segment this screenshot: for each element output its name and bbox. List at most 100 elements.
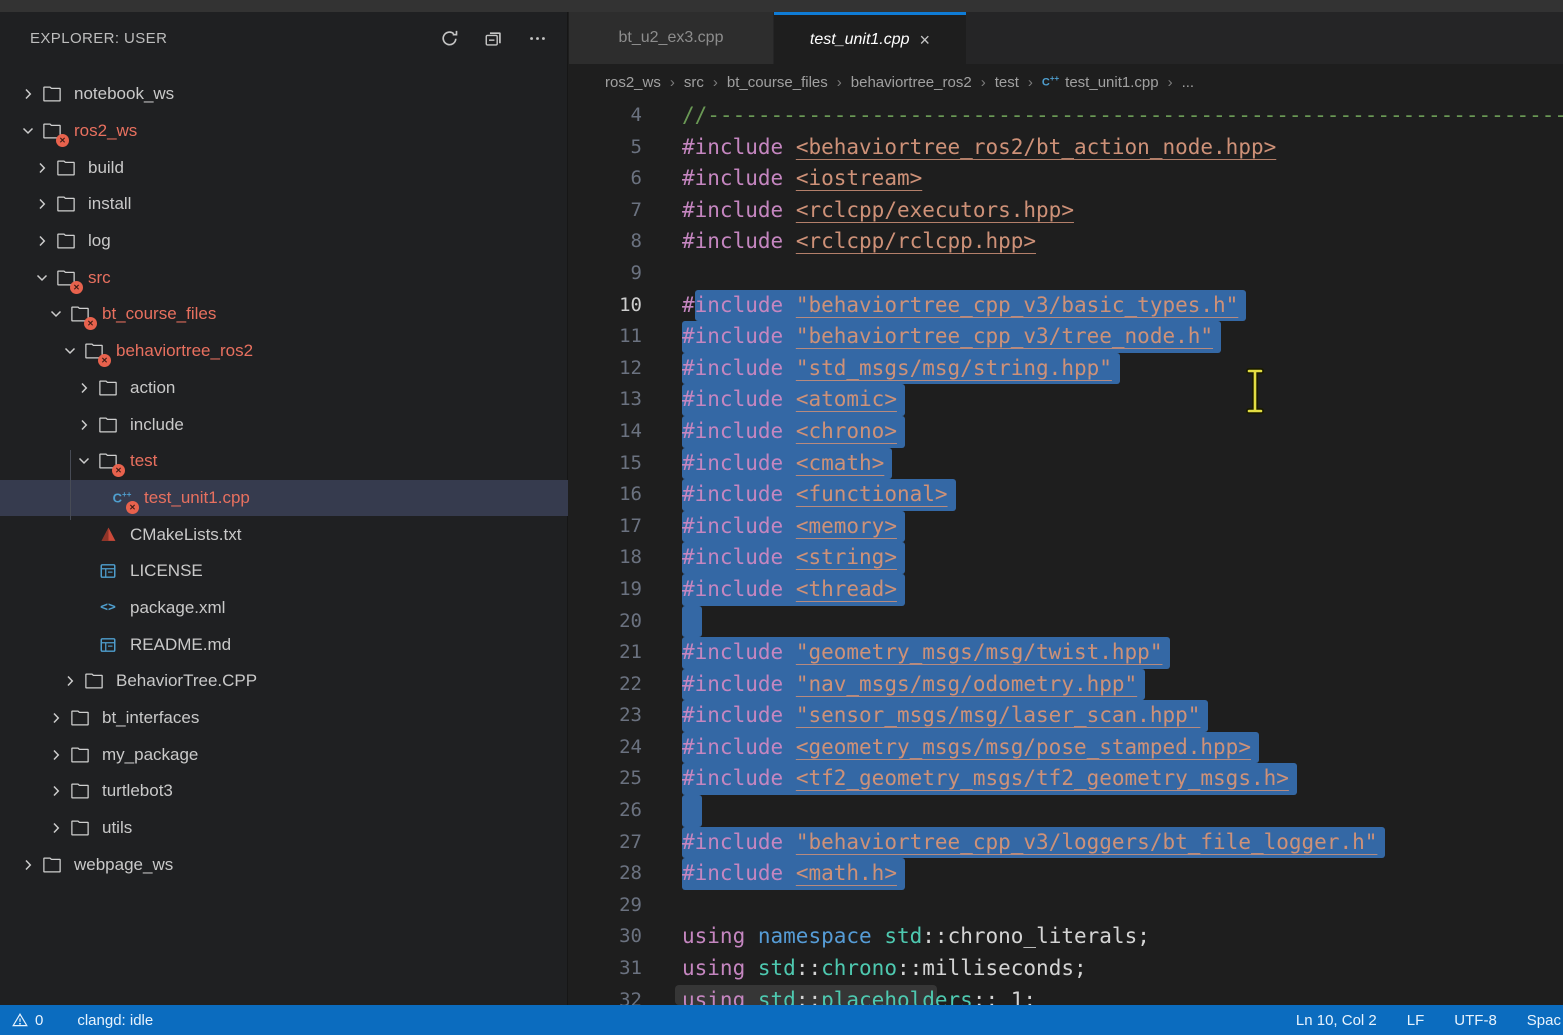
line-number[interactable]: 19 xyxy=(569,574,682,606)
code-line-11[interactable]: 11#include "behaviortree_cpp_v3/tree_nod… xyxy=(569,321,1563,353)
line-number[interactable]: 18 xyxy=(569,542,682,574)
chevron-down-icon[interactable] xyxy=(58,339,82,363)
line-number[interactable]: 6 xyxy=(569,163,682,195)
chevron-right-icon[interactable] xyxy=(58,669,82,693)
chevron-right-icon[interactable] xyxy=(72,376,96,400)
tree-item-include[interactable]: include xyxy=(0,406,568,443)
tree-item-behaviortree-cpp[interactable]: BehaviorTree.CPP xyxy=(0,663,568,700)
line-number[interactable]: 12 xyxy=(569,353,682,385)
code-line-13[interactable]: 13#include <atomic> xyxy=(569,384,1563,416)
line-number[interactable]: 7 xyxy=(569,195,682,227)
status-encoding[interactable]: UTF-8 xyxy=(1454,1012,1497,1029)
line-number[interactable]: 11 xyxy=(569,321,682,353)
code-line-27[interactable]: 27#include "behaviortree_cpp_v3/loggers/… xyxy=(569,827,1563,859)
tree-item-package-xml[interactable]: <>package.xml xyxy=(0,590,568,627)
code-line-4[interactable]: 4//-------------------------------------… xyxy=(569,100,1563,132)
chevron-right-icon[interactable] xyxy=(30,156,54,180)
chevron-right-icon[interactable] xyxy=(72,413,96,437)
line-number[interactable]: 32 xyxy=(569,985,682,1005)
line-number[interactable]: 15 xyxy=(569,448,682,480)
code-line-21[interactable]: 21#include "geometry_msgs/msg/twist.hpp" xyxy=(569,637,1563,669)
code-line-30[interactable]: 30using namespace std::chrono_literals; xyxy=(569,921,1563,953)
breadcrumb-item-ros2-ws[interactable]: ros2_ws xyxy=(605,74,661,91)
tab-test-unit1-cpp[interactable]: test_unit1.cpp× xyxy=(774,12,966,64)
code-line-29[interactable]: 29 xyxy=(569,890,1563,922)
tree-item-log[interactable]: log xyxy=(0,223,568,260)
line-number[interactable]: 9 xyxy=(569,258,682,290)
code-line-17[interactable]: 17#include <memory> xyxy=(569,511,1563,543)
tree-item-cmakelists-txt[interactable]: CMakeLists.txt xyxy=(0,516,568,553)
line-number[interactable]: 24 xyxy=(569,732,682,764)
tree-item-turtlebot3[interactable]: turtlebot3 xyxy=(0,773,568,810)
line-number[interactable]: 5 xyxy=(569,132,682,164)
line-number[interactable]: 28 xyxy=(569,858,682,890)
code-line-5[interactable]: 5#include <behaviortree_ros2/bt_action_n… xyxy=(569,132,1563,164)
code-line-14[interactable]: 14#include <chrono> xyxy=(569,416,1563,448)
code-line-16[interactable]: 16#include <functional> xyxy=(569,479,1563,511)
chevron-right-icon[interactable] xyxy=(30,192,54,216)
tree-item-test-unit1-cpp[interactable]: C++✕test_unit1.cpp xyxy=(0,480,568,517)
tree-item-readme-md[interactable]: README.md xyxy=(0,626,568,663)
chevron-down-icon[interactable] xyxy=(72,449,96,473)
tree-item-build[interactable]: build xyxy=(0,149,568,186)
breadcrumb-item-behaviortree-ros2[interactable]: behaviortree_ros2 xyxy=(851,74,972,91)
code-line-25[interactable]: 25#include <tf2_geometry_msgs/tf2_geomet… xyxy=(569,763,1563,795)
line-number[interactable]: 29 xyxy=(569,890,682,922)
line-number[interactable]: 10 xyxy=(569,290,682,322)
code-line-22[interactable]: 22#include "nav_msgs/msg/odometry.hpp" xyxy=(569,669,1563,701)
status-indentation[interactable]: Spac xyxy=(1527,1012,1561,1029)
status-warnings[interactable]: 0 xyxy=(12,1012,43,1029)
breadcrumb-item-bt-course-files[interactable]: bt_course_files xyxy=(727,74,828,91)
chevron-right-icon[interactable] xyxy=(44,743,68,767)
breadcrumb-overflow[interactable]: ... xyxy=(1182,74,1195,91)
chevron-right-icon[interactable] xyxy=(44,816,68,840)
chevron-right-icon[interactable] xyxy=(30,229,54,253)
code-line-28[interactable]: 28#include <math.h> xyxy=(569,858,1563,890)
tree-item-behaviortree-ros2[interactable]: ✕behaviortree_ros2 xyxy=(0,333,568,370)
tree-item-webpage-ws[interactable]: webpage_ws xyxy=(0,846,568,883)
line-number[interactable]: 21 xyxy=(569,637,682,669)
refresh-icon[interactable] xyxy=(439,28,459,48)
tree-item-license[interactable]: LICENSE xyxy=(0,553,568,590)
code-line-24[interactable]: 24#include <geometry_msgs/msg/pose_stamp… xyxy=(569,732,1563,764)
line-number[interactable]: 23 xyxy=(569,700,682,732)
tab-bt-u2-ex3-cpp[interactable]: bt_u2_ex3.cpp xyxy=(569,12,774,64)
code-line-20[interactable]: 20 xyxy=(569,606,1563,638)
line-number[interactable]: 16 xyxy=(569,479,682,511)
tree-item-test[interactable]: ✕test xyxy=(0,443,568,480)
code-editor[interactable]: 4//-------------------------------------… xyxy=(569,100,1563,1005)
status-cursor-position[interactable]: Ln 10, Col 2 xyxy=(1296,1012,1377,1029)
chevron-right-icon[interactable] xyxy=(44,779,68,803)
tree-item-notebook-ws[interactable]: notebook_ws xyxy=(0,76,568,113)
tree-item-utils[interactable]: utils xyxy=(0,810,568,847)
tree-item-ros2-ws[interactable]: ✕ros2_ws xyxy=(0,113,568,150)
chevron-down-icon[interactable] xyxy=(16,119,40,143)
code-line-8[interactable]: 8#include <rclcpp/rclcpp.hpp> xyxy=(569,226,1563,258)
line-number[interactable]: 13 xyxy=(569,384,682,416)
line-number[interactable]: 27 xyxy=(569,827,682,859)
chevron-right-icon[interactable] xyxy=(16,82,40,106)
tree-item-action[interactable]: action xyxy=(0,370,568,407)
code-line-6[interactable]: 6#include <iostream> xyxy=(569,163,1563,195)
close-icon[interactable]: × xyxy=(920,31,931,49)
breadcrumb-item-src[interactable]: src xyxy=(684,74,704,91)
code-line-12[interactable]: 12#include "std_msgs/msg/string.hpp" xyxy=(569,353,1563,385)
line-number[interactable]: 31 xyxy=(569,953,682,985)
breadcrumb-item-test[interactable]: test xyxy=(995,74,1019,91)
code-line-19[interactable]: 19#include <thread> xyxy=(569,574,1563,606)
chevron-down-icon[interactable] xyxy=(30,266,54,290)
more-actions-icon[interactable] xyxy=(527,28,547,48)
line-number[interactable]: 20 xyxy=(569,606,682,638)
chevron-right-icon[interactable] xyxy=(16,853,40,877)
chevron-down-icon[interactable] xyxy=(44,302,68,326)
status-eol[interactable]: LF xyxy=(1407,1012,1425,1029)
breadcrumb-item-test-unit1-cpp[interactable]: C++test_unit1.cpp xyxy=(1042,74,1159,91)
collapse-folders-icon[interactable] xyxy=(483,28,503,48)
line-number[interactable]: 25 xyxy=(569,763,682,795)
tree-item-src[interactable]: ✕src xyxy=(0,259,568,296)
line-number[interactable]: 22 xyxy=(569,669,682,701)
tree-item-install[interactable]: install xyxy=(0,186,568,223)
line-number[interactable]: 30 xyxy=(569,921,682,953)
tree-item-bt-interfaces[interactable]: bt_interfaces xyxy=(0,700,568,737)
code-line-23[interactable]: 23#include "sensor_msgs/msg/laser_scan.h… xyxy=(569,700,1563,732)
